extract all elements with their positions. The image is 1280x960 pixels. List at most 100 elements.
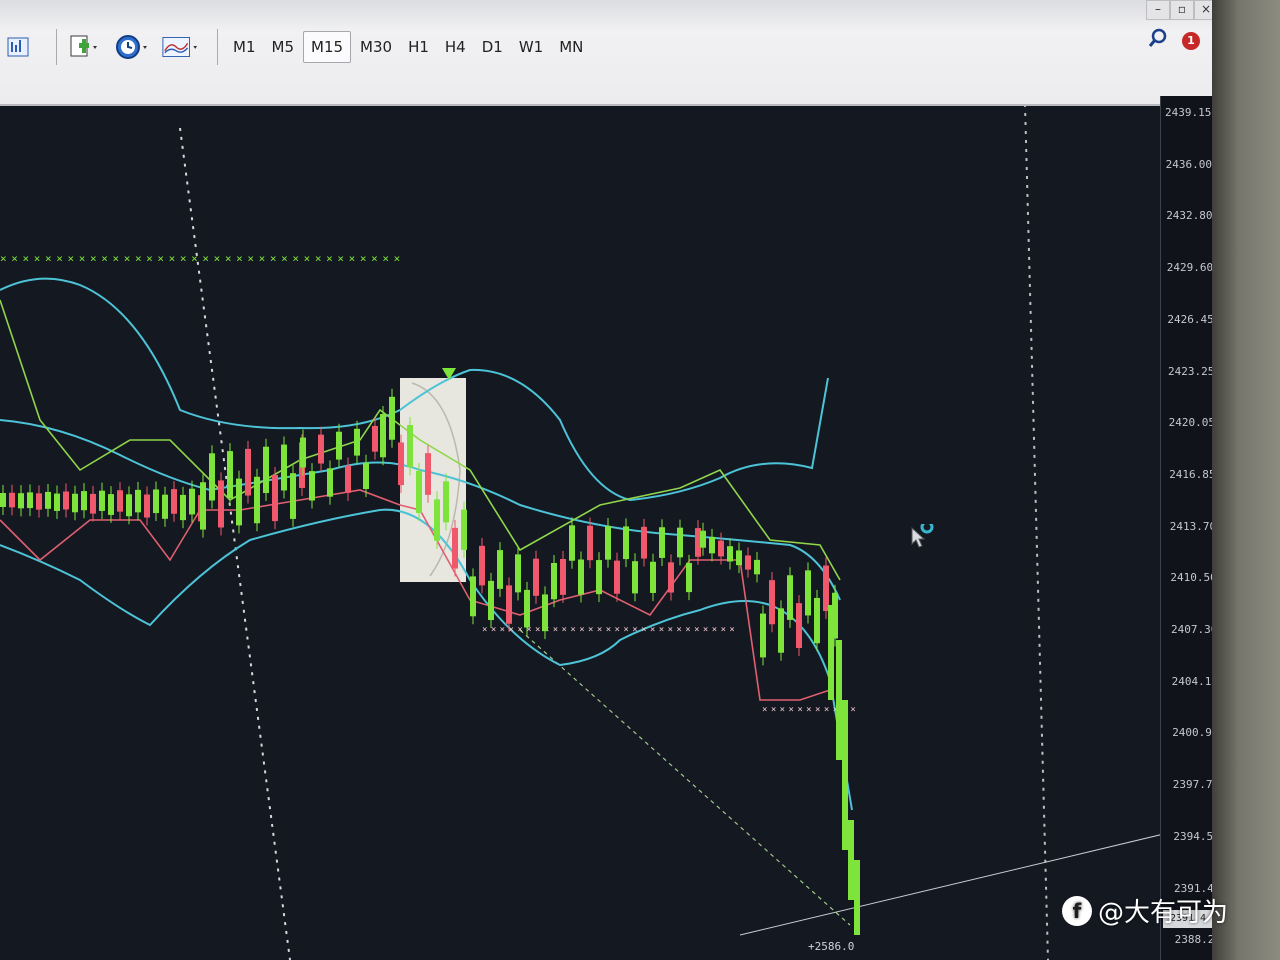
bear-candle xyxy=(506,585,512,624)
price-tick-label: 2410.50 xyxy=(1170,571,1214,585)
price-tick-label: 2404.15 xyxy=(1171,674,1214,688)
bear-candle xyxy=(218,480,224,528)
period-separator xyxy=(1024,103,1049,960)
bull-candle xyxy=(327,468,333,497)
bull-candle xyxy=(524,589,530,628)
clock-icon[interactable] xyxy=(113,32,151,62)
bull-candle xyxy=(787,575,793,620)
bull-candle xyxy=(848,820,854,900)
bear-candle xyxy=(63,491,69,510)
price-tick-label: 2436.00 xyxy=(1165,157,1212,171)
bear-candle xyxy=(117,490,123,512)
price-tick-label: 2394.55 xyxy=(1173,829,1214,843)
tf-d1-button[interactable]: D1 xyxy=(475,32,510,62)
tf-m1-button[interactable]: M1 xyxy=(226,32,263,62)
bull-candle xyxy=(828,605,834,700)
bull-candle xyxy=(189,488,195,515)
bull-candle xyxy=(836,640,842,760)
bull-candle xyxy=(461,509,467,550)
bull-candle xyxy=(814,597,820,644)
bull-candle xyxy=(736,550,742,566)
tf-w1-button[interactable]: W1 xyxy=(512,32,550,62)
facebook-icon: f xyxy=(1062,895,1092,926)
bull-candle xyxy=(760,613,766,658)
bear-candle xyxy=(479,545,485,586)
restore-button[interactable]: ▫ xyxy=(1170,0,1194,20)
bull-candle xyxy=(443,481,449,523)
bull-candle xyxy=(416,470,422,513)
price-axis: 2439.15 2436.00 2432.80 2429.60 2426.45 2423.… xyxy=(1160,96,1214,960)
tf-m15-button[interactable]: M15 xyxy=(303,31,352,63)
trend-line xyxy=(519,629,851,926)
bull-candle xyxy=(380,414,386,458)
bull-candle xyxy=(686,562,692,593)
toolbar-icons: M1 M5 M15 M30 H1 H4 D1 W1 MN xyxy=(0,29,590,65)
bull-candle xyxy=(754,559,760,575)
bull-candle xyxy=(162,494,168,519)
bull-candle xyxy=(281,444,287,491)
bear-candle xyxy=(372,425,378,452)
price-tick-label: 2407.30 xyxy=(1171,623,1214,636)
bull-candle xyxy=(677,527,683,558)
bear-candle xyxy=(533,558,539,596)
bear-candle xyxy=(668,562,674,593)
bull-candle xyxy=(254,476,260,524)
bull-candle xyxy=(515,554,521,593)
bear-candle xyxy=(318,434,324,464)
bull-candle xyxy=(18,493,24,509)
bull-candle xyxy=(236,478,242,526)
price-tick-label: 2429.60 xyxy=(1166,261,1214,275)
bear-candle xyxy=(425,453,431,495)
chart-type-icon[interactable] xyxy=(0,32,38,62)
bull-candle xyxy=(108,494,114,515)
bear-candle xyxy=(245,448,251,496)
monitor-screen: × × × × × × × × × × × × × × × × × × × × … xyxy=(0,0,1214,960)
search-icon[interactable] xyxy=(1148,28,1168,53)
bull-candle xyxy=(488,580,494,621)
minimize-button[interactable]: – xyxy=(1146,0,1170,20)
bull-candle xyxy=(551,562,557,600)
bear-candle xyxy=(398,442,404,486)
monitor-bezel xyxy=(1212,0,1280,960)
tf-mn-button[interactable]: MN xyxy=(552,32,590,62)
tf-h4-button[interactable]: H4 xyxy=(438,32,473,62)
bull-candle xyxy=(709,536,715,554)
bull-candle xyxy=(659,527,665,558)
bull-candle xyxy=(605,526,611,560)
notification-badge[interactable]: 1 xyxy=(1182,31,1200,50)
bull-candle xyxy=(542,594,548,632)
bull-candle xyxy=(389,396,395,440)
toolbar-right: 1 xyxy=(1148,28,1200,53)
new-chart-icon[interactable] xyxy=(65,32,103,62)
price-tick-label: 2432.80 xyxy=(1166,209,1213,223)
terminal-toolbar: – ▫ × M1 M5 M15 M30 H1 H4 D1 W1 MN 1 xyxy=(0,0,1214,106)
bear-candle xyxy=(718,540,724,557)
bull-candle xyxy=(72,493,78,513)
bull-candle xyxy=(434,499,440,541)
bear-candle xyxy=(560,558,566,595)
price-tick-label: 2388.20 xyxy=(1174,933,1214,947)
bear-candle xyxy=(745,555,751,570)
bull-candle xyxy=(300,437,306,468)
price-tick-label: 2426.45 xyxy=(1167,312,1214,326)
bear-candle xyxy=(452,527,458,569)
indicators-icon[interactable] xyxy=(161,32,199,62)
tf-m5-button[interactable]: M5 xyxy=(265,32,302,62)
close-button[interactable]: × xyxy=(1194,0,1214,20)
watermark-text: @大有可为 xyxy=(1098,898,1229,928)
bear-candle xyxy=(796,603,802,648)
tf-h1-button[interactable]: H1 xyxy=(401,32,436,62)
bull-candle xyxy=(209,453,215,501)
price-tick-label: 2420.05 xyxy=(1168,416,1214,430)
bull-candle xyxy=(497,550,503,589)
bear-candle xyxy=(641,526,647,559)
bull-candle xyxy=(623,526,629,560)
bear-candle xyxy=(144,494,150,518)
price-tick-label: 2423.25 xyxy=(1168,364,1214,378)
tf-m30-button[interactable]: M30 xyxy=(353,32,399,62)
price-chart[interactable]: × × × × × × × × × × × × × × × × × × × × … xyxy=(0,0,1214,960)
bull-candle xyxy=(407,424,413,468)
marker-line-upper: × × × × × × × × × × × × × × × × × × × × … xyxy=(0,252,400,265)
bear-candle xyxy=(614,560,620,594)
bull-candle xyxy=(135,489,141,513)
